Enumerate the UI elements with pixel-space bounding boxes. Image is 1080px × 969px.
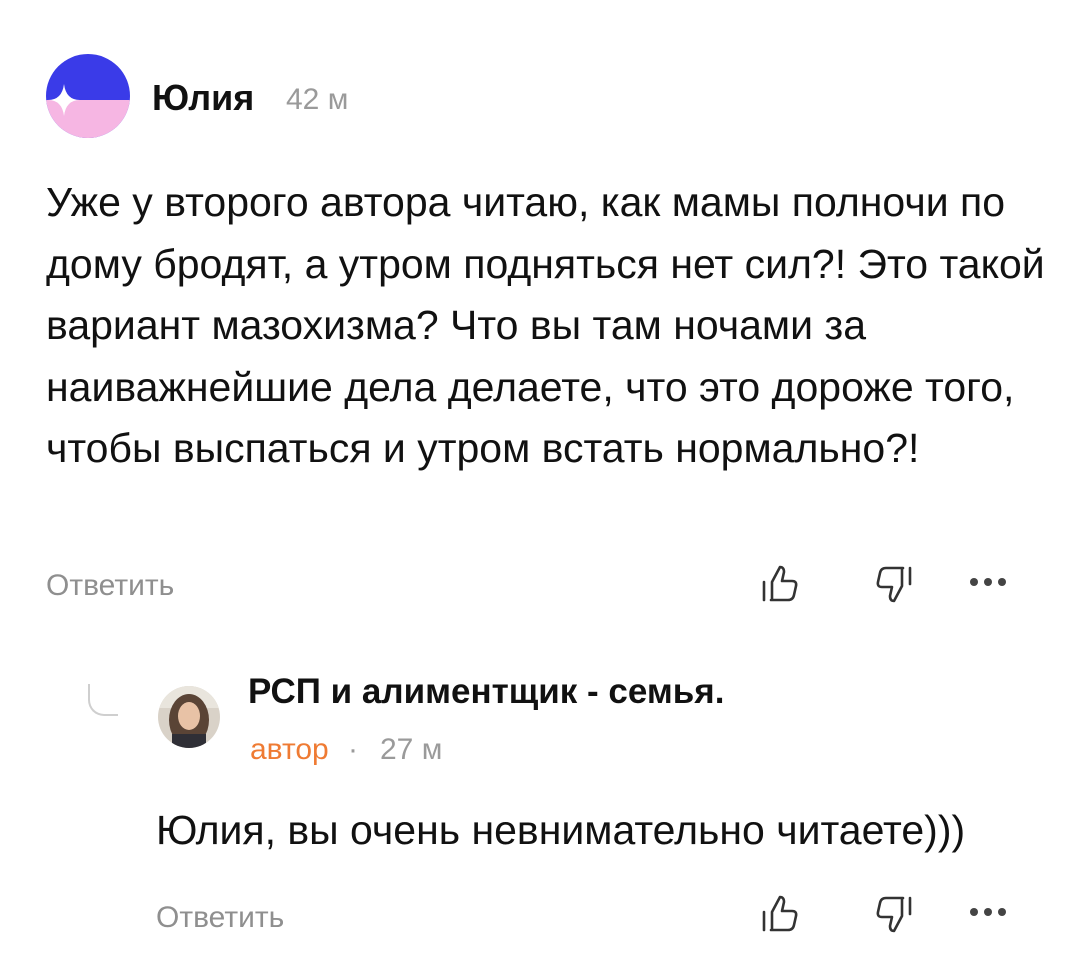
reply-text: Юлия, вы очень невнимательно читаете)))	[156, 807, 966, 853]
thread-connector	[88, 684, 118, 716]
meta-separator: ·	[348, 733, 358, 766]
more-dots-icon[interactable]	[962, 570, 1018, 599]
more-dots-icon[interactable]	[962, 900, 1018, 929]
avatar-photo	[158, 686, 220, 748]
avatar-icon	[46, 54, 130, 138]
reply-button[interactable]: Ответить	[156, 898, 284, 938]
thumbs-up-icon[interactable]	[758, 892, 802, 941]
comment-author[interactable]: Юлия	[152, 76, 254, 120]
comment-text: Уже у второго автора читаю, как мамы пол…	[46, 179, 1045, 471]
avatar[interactable]	[46, 54, 130, 138]
thumbs-up-icon[interactable]	[758, 562, 802, 611]
reply-button[interactable]: Ответить	[46, 566, 174, 606]
avatar[interactable]	[158, 686, 220, 748]
author-badge: автор	[250, 733, 329, 766]
comment-time: 42 м	[286, 83, 349, 116]
thumbs-down-icon[interactable]	[872, 562, 916, 611]
thumbs-down-icon[interactable]	[872, 892, 916, 941]
reply-author[interactable]: РСП и алиментщик - семья.	[248, 670, 724, 714]
reply-time: 27 м	[380, 733, 443, 766]
